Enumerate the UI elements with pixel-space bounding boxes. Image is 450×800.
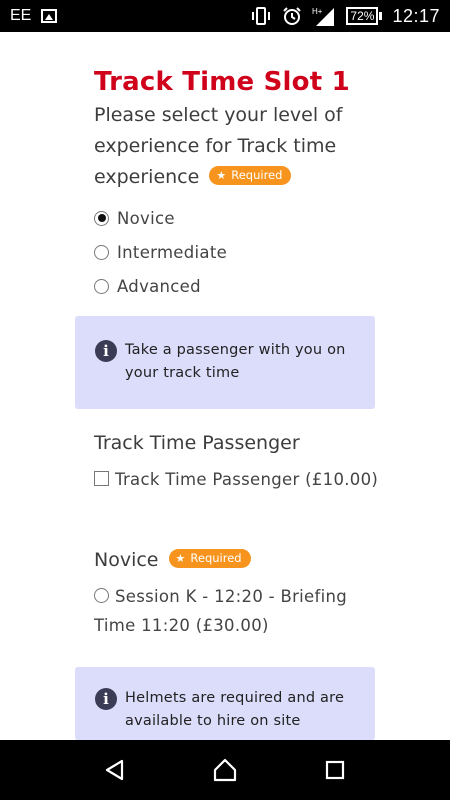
experience-options: Novice Intermediate Advanced bbox=[94, 201, 384, 303]
passenger-option-label: Track Time Passenger (£10.00) bbox=[115, 470, 379, 489]
option-label: Advanced bbox=[117, 276, 201, 296]
experience-question: Please select your level of experience f… bbox=[94, 100, 384, 193]
battery-tip bbox=[379, 12, 383, 20]
svg-text:H+: H+ bbox=[312, 7, 323, 16]
carrier-name: EE bbox=[10, 7, 32, 24]
option-advanced[interactable]: Advanced bbox=[94, 269, 384, 303]
vibrate-icon bbox=[252, 7, 271, 25]
status-right: H+ 72% 12:17 bbox=[250, 6, 440, 27]
required-label: Required bbox=[231, 168, 283, 182]
alarm-icon bbox=[283, 7, 302, 25]
recents-icon bbox=[325, 760, 345, 780]
info-icon: i bbox=[95, 688, 117, 710]
passenger-section: Track Time Passenger Track Time Passenge… bbox=[94, 430, 394, 494]
option-label: Novice bbox=[117, 208, 175, 228]
home-icon bbox=[213, 758, 237, 782]
helmets-info-text: Helmets are required and are available t… bbox=[125, 690, 345, 729]
novice-header: Novice ★ Required bbox=[94, 547, 384, 573]
radio-advanced[interactable] bbox=[94, 278, 109, 294]
status-bar: EE H+ 72% 12:17 bbox=[0, 0, 450, 32]
option-novice[interactable]: Novice bbox=[94, 201, 384, 235]
image-icon bbox=[41, 9, 58, 23]
required-label: Required bbox=[190, 551, 242, 565]
home-button[interactable] bbox=[205, 750, 245, 790]
slot-title: Track Time Slot 1 bbox=[94, 67, 350, 97]
option-label: Intermediate bbox=[117, 242, 228, 262]
status-left: EE bbox=[10, 7, 58, 25]
novice-section: Novice ★ Required Session K - 12:20 - Br… bbox=[94, 547, 384, 640]
session-option[interactable]: Session K - 12:20 - Briefing Time 11:20 … bbox=[94, 582, 384, 640]
form-content: Track Time Slot 1 Please select your lev… bbox=[94, 66, 384, 303]
star-icon: ★ bbox=[216, 169, 227, 182]
option-intermediate[interactable]: Intermediate bbox=[94, 235, 384, 269]
passenger-title: Track Time Passenger bbox=[94, 432, 300, 454]
clock: 12:17 bbox=[392, 5, 440, 26]
info-icon: i bbox=[95, 340, 117, 362]
passenger-info-text: Take a passenger with you on your track … bbox=[125, 342, 346, 381]
battery-level: 72% bbox=[346, 7, 379, 25]
novice-title: Novice bbox=[94, 549, 159, 571]
required-badge: ★ Required bbox=[168, 549, 251, 568]
required-badge: ★ Required bbox=[209, 166, 292, 185]
navigation-bar bbox=[0, 740, 450, 800]
session-label: Session K - 12:20 - Briefing Time 11:20 … bbox=[94, 587, 348, 635]
session-radio[interactable] bbox=[94, 588, 109, 603]
signal-icon: H+ bbox=[312, 7, 335, 26]
passenger-checkbox[interactable] bbox=[94, 471, 109, 486]
back-icon bbox=[105, 759, 124, 781]
radio-novice[interactable] bbox=[94, 210, 109, 226]
passenger-info-box: i Take a passenger with you on your trac… bbox=[75, 316, 375, 409]
back-button[interactable] bbox=[95, 750, 135, 790]
passenger-option[interactable]: Track Time Passenger (£10.00) bbox=[94, 465, 394, 494]
star-icon: ★ bbox=[175, 552, 186, 565]
helmets-info-box: i Helmets are required and are available… bbox=[75, 667, 375, 740]
battery-icon: 72% bbox=[346, 7, 383, 25]
radio-intermediate[interactable] bbox=[94, 244, 109, 260]
recents-button[interactable] bbox=[315, 750, 355, 790]
